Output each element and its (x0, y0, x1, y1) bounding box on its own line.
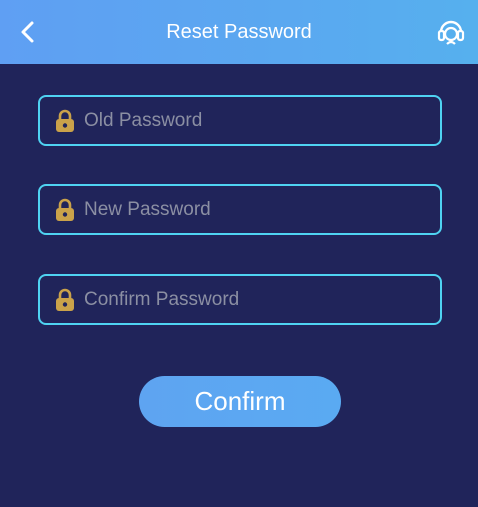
new-password-input[interactable] (84, 186, 424, 233)
lock-icon (56, 288, 74, 311)
page-title: Reset Password (166, 21, 312, 43)
old-password-field[interactable] (38, 95, 442, 146)
new-password-field[interactable] (38, 184, 442, 235)
lock-icon (56, 109, 74, 132)
header-bar: Reset Password (0, 0, 478, 64)
confirm-button[interactable]: Confirm (139, 376, 341, 427)
confirm-password-field[interactable] (38, 274, 442, 325)
lock-icon (56, 198, 74, 221)
confirm-password-input[interactable] (84, 276, 424, 323)
customer-service-button[interactable] (436, 17, 466, 47)
customer-service-icon (437, 20, 465, 45)
old-password-input[interactable] (84, 97, 424, 144)
